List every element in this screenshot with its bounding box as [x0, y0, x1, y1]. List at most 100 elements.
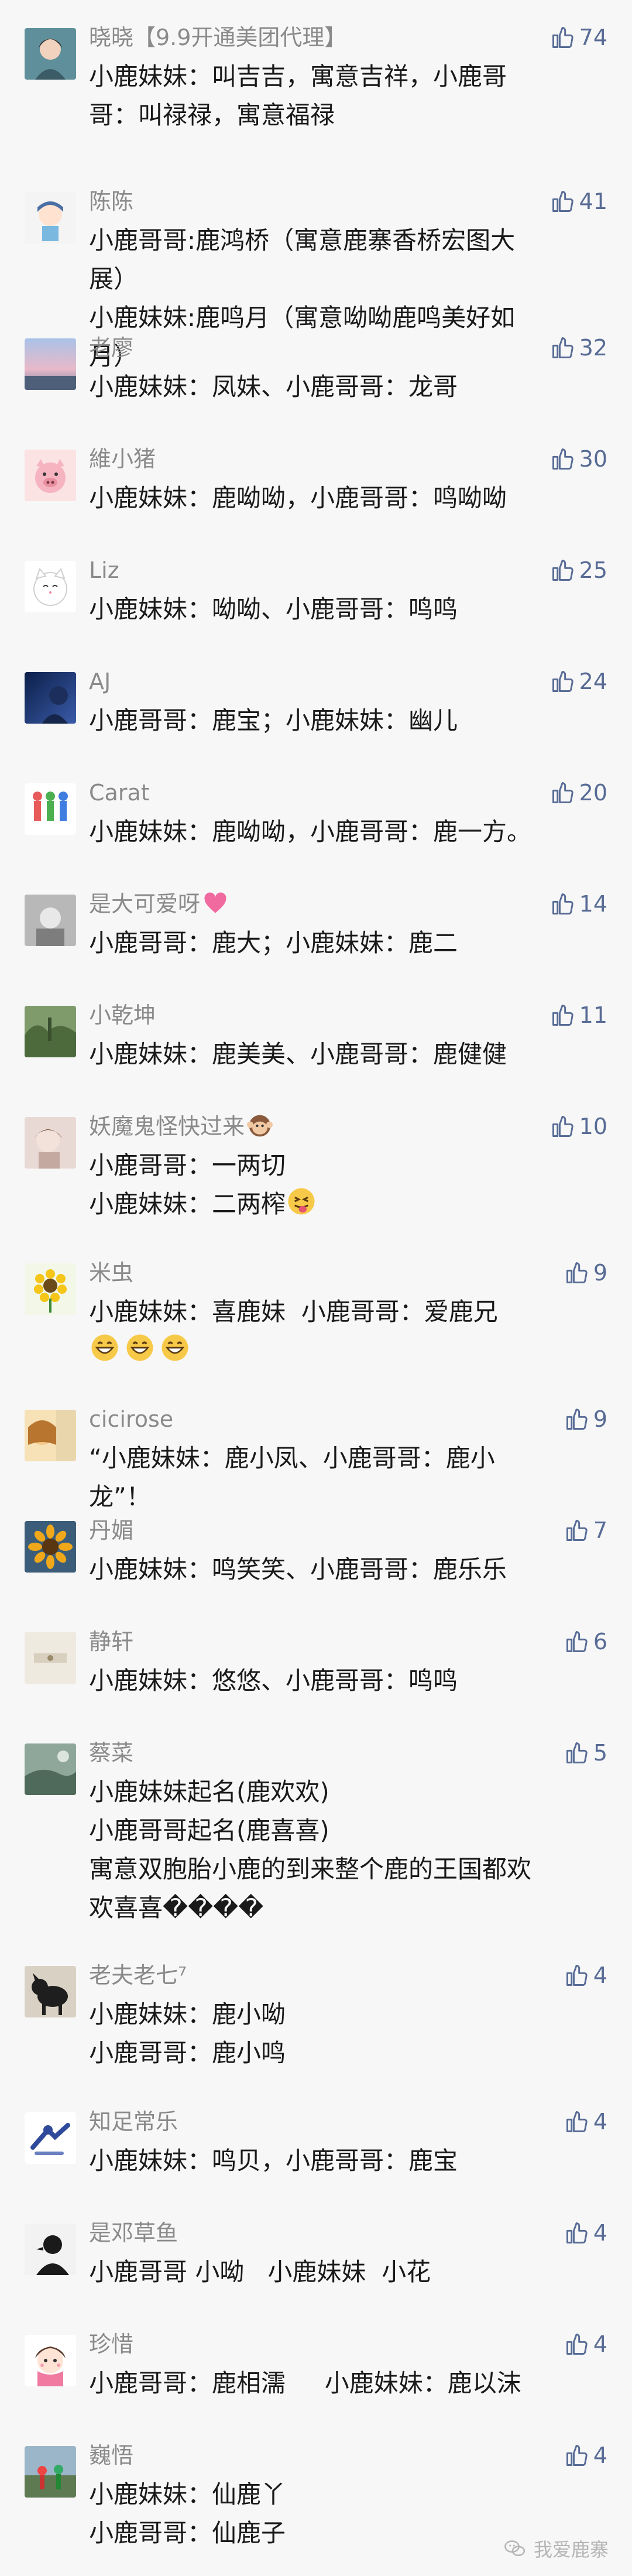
nickname[interactable]: 老夫老七⁷: [89, 1961, 187, 1989]
nickname[interactable]: AJ: [89, 667, 111, 696]
nickname[interactable]: Carat: [89, 779, 150, 807]
like-button[interactable]: 41: [550, 186, 607, 217]
comment-item: 丹媚 7 小鹿妹妹：鸣笑笑、小鹿哥哥：鹿乐乐: [0, 1493, 632, 1604]
like-count: 11: [579, 1002, 607, 1028]
comment-text: 小鹿妹妹：鹿小呦 小鹿哥哥：鹿小鸣: [89, 2000, 286, 2067]
avatar[interactable]: [25, 450, 76, 501]
comment-text: 小鹿妹妹：喜鹿妹 小鹿哥哥：爱鹿兄: [89, 1293, 534, 1370]
thumbs-up-icon: [566, 1631, 588, 1652]
nickname-text: 是大可爱呀: [89, 891, 201, 917]
comment-text: 小鹿妹妹：鹿呦呦，小鹿哥哥：鸣呦呦: [89, 484, 507, 512]
avatar[interactable]: [25, 338, 76, 390]
nickname[interactable]: 米虫: [89, 1259, 133, 1287]
avatar[interactable]: [25, 895, 76, 946]
comment-list: 晓晓【9.9开通美团代理】 74 小鹿妹妹：叫吉吉，寓意吉祥，小鹿哥哥：叫禄禄，…: [0, 0, 632, 2576]
thumbs-up-icon: [552, 782, 573, 803]
thumbs-up-icon: [566, 1742, 588, 1763]
like-button[interactable]: 24: [550, 666, 607, 697]
like-button[interactable]: 14: [550, 889, 607, 919]
comment-item: 維小猪 30 小鹿妹妹：鹿呦呦，小鹿哥哥：鸣呦呦: [0, 422, 632, 533]
avatar[interactable]: [25, 2446, 76, 2498]
comment-item: 蔡菜 5 小鹿妹妹起名(鹿欢欢) 小鹿哥哥起名(鹿喜喜) 寓意双胞胎小鹿的到来整…: [0, 1715, 632, 1938]
like-button[interactable]: 25: [550, 555, 607, 585]
like-button[interactable]: 5: [564, 1738, 607, 1768]
like-button[interactable]: 9: [564, 1258, 607, 1288]
nickname[interactable]: 小乾坤: [89, 1001, 156, 1029]
like-button[interactable]: 4: [564, 1960, 607, 1991]
comment-item: AJ 24 小鹿哥哥：鹿宝；小鹿妹妹：幽儿: [0, 644, 632, 755]
nickname[interactable]: 蔡菜: [89, 1739, 133, 1767]
like-count: 32: [579, 335, 607, 361]
nickname[interactable]: 陈陈: [89, 187, 133, 215]
like-button[interactable]: 6: [564, 1626, 607, 1657]
comment-text: 小鹿妹妹：鸣笑笑、小鹿哥哥：鹿乐乐: [89, 1555, 507, 1584]
comment-text: 小鹿妹妹：叫吉吉，寓意吉祥，小鹿哥哥：叫禄禄，寓意福禄: [89, 62, 507, 129]
nickname[interactable]: 是邓草鱼: [89, 2219, 178, 2247]
like-button[interactable]: 7: [564, 1515, 607, 1546]
like-count: 5: [593, 1740, 607, 1766]
nickname[interactable]: Liz: [89, 556, 119, 584]
like-count: 41: [579, 189, 607, 214]
thumbs-up-icon: [566, 1409, 588, 1430]
comment-text: 小鹿妹妹：仙鹿丫 小鹿哥哥：仙鹿子: [89, 2480, 286, 2547]
nickname[interactable]: 知足常乐: [89, 2108, 178, 2136]
comment-item: 小乾坤 11 小鹿妹妹：鹿美美、小鹿哥哥：鹿健健: [0, 978, 632, 1089]
comment-text: 小鹿妹妹：鹿呦呦，小鹿哥哥：鹿一方。: [89, 817, 532, 846]
like-button[interactable]: 11: [550, 1000, 607, 1030]
avatar[interactable]: [25, 1263, 76, 1315]
nickname[interactable]: 維小猪: [89, 445, 156, 473]
comment-text: 小鹿妹妹起名(鹿欢欢) 小鹿哥哥起名(鹿喜喜) 寓意双胞胎小鹿的到来整个鹿的王国…: [89, 1777, 532, 1922]
like-count: 30: [579, 446, 607, 472]
comment-text: 小鹿妹妹：凤妹、小鹿哥哥：龙哥: [89, 372, 458, 401]
avatar[interactable]: [25, 2335, 76, 2386]
avatar[interactable]: [25, 1966, 76, 2017]
like-button[interactable]: 4: [564, 2218, 607, 2248]
emoji-group: [286, 1186, 317, 1217]
avatar[interactable]: [25, 783, 76, 835]
like-button[interactable]: 74: [550, 22, 607, 53]
avatar[interactable]: [25, 1410, 76, 1461]
comment-text: 小鹿哥哥：鹿宝；小鹿妹妹：幽儿: [89, 706, 458, 735]
nickname[interactable]: 丹媚: [89, 1516, 133, 1544]
like-button[interactable]: 4: [564, 2329, 607, 2359]
like-button[interactable]: 4: [564, 2440, 607, 2471]
like-button[interactable]: 10: [550, 1111, 607, 1142]
avatar[interactable]: [25, 1521, 76, 1573]
avatar[interactable]: [25, 672, 76, 724]
like-count: 4: [593, 2220, 607, 2246]
like-button[interactable]: 30: [550, 444, 607, 474]
avatar[interactable]: [25, 2224, 76, 2275]
like-button[interactable]: 32: [550, 333, 607, 363]
like-button[interactable]: 4: [564, 2106, 607, 2137]
nickname[interactable]: cicirose: [89, 1405, 173, 1433]
thumbs-up-icon: [552, 191, 573, 212]
avatar[interactable]: [25, 561, 76, 612]
avatar[interactable]: [25, 2112, 76, 2164]
nickname[interactable]: 巍悟: [89, 2441, 133, 2469]
avatar[interactable]: [25, 1743, 76, 1795]
like-count: 4: [593, 2109, 607, 2135]
thumbs-up-icon: [552, 671, 573, 692]
nickname[interactable]: 静轩: [89, 1628, 133, 1656]
comment-item: 是大可爱呀 14 小鹿哥哥：鹿大；小鹿妹妹：鹿二: [0, 866, 632, 978]
avatar[interactable]: [25, 192, 76, 244]
avatar[interactable]: [25, 1632, 76, 1684]
like-button[interactable]: 9: [564, 1404, 607, 1434]
avatar[interactable]: [25, 1117, 76, 1169]
thumbs-up-icon: [566, 1965, 588, 1986]
nickname[interactable]: 珍惜: [89, 2330, 133, 2358]
nickname[interactable]: 是大可爱呀: [89, 890, 228, 918]
avatar[interactable]: [25, 28, 76, 80]
thumbs-up-icon: [566, 2445, 588, 2466]
comment-text-body: 小鹿哥哥：一两切 小鹿妹妹：二两榨: [89, 1151, 286, 1218]
avatar[interactable]: [25, 1006, 76, 1057]
thumbs-up-icon: [552, 560, 573, 581]
comment-text: 小鹿妹妹：悠悠、小鹿哥哥：鸣鸣: [89, 1666, 458, 1695]
emoji-group: [89, 1332, 191, 1364]
comment-item: 是邓草鱼 4 小鹿哥哥 小呦 小鹿妹妹 小花: [0, 2195, 632, 2307]
like-button[interactable]: 20: [550, 777, 607, 808]
nickname[interactable]: 老廖: [89, 334, 133, 362]
nickname[interactable]: 妖魔鬼怪快过来: [89, 1112, 273, 1140]
pink-heart-icon: [204, 892, 226, 913]
nickname[interactable]: 晓晓【9.9开通美团代理】: [89, 23, 346, 52]
